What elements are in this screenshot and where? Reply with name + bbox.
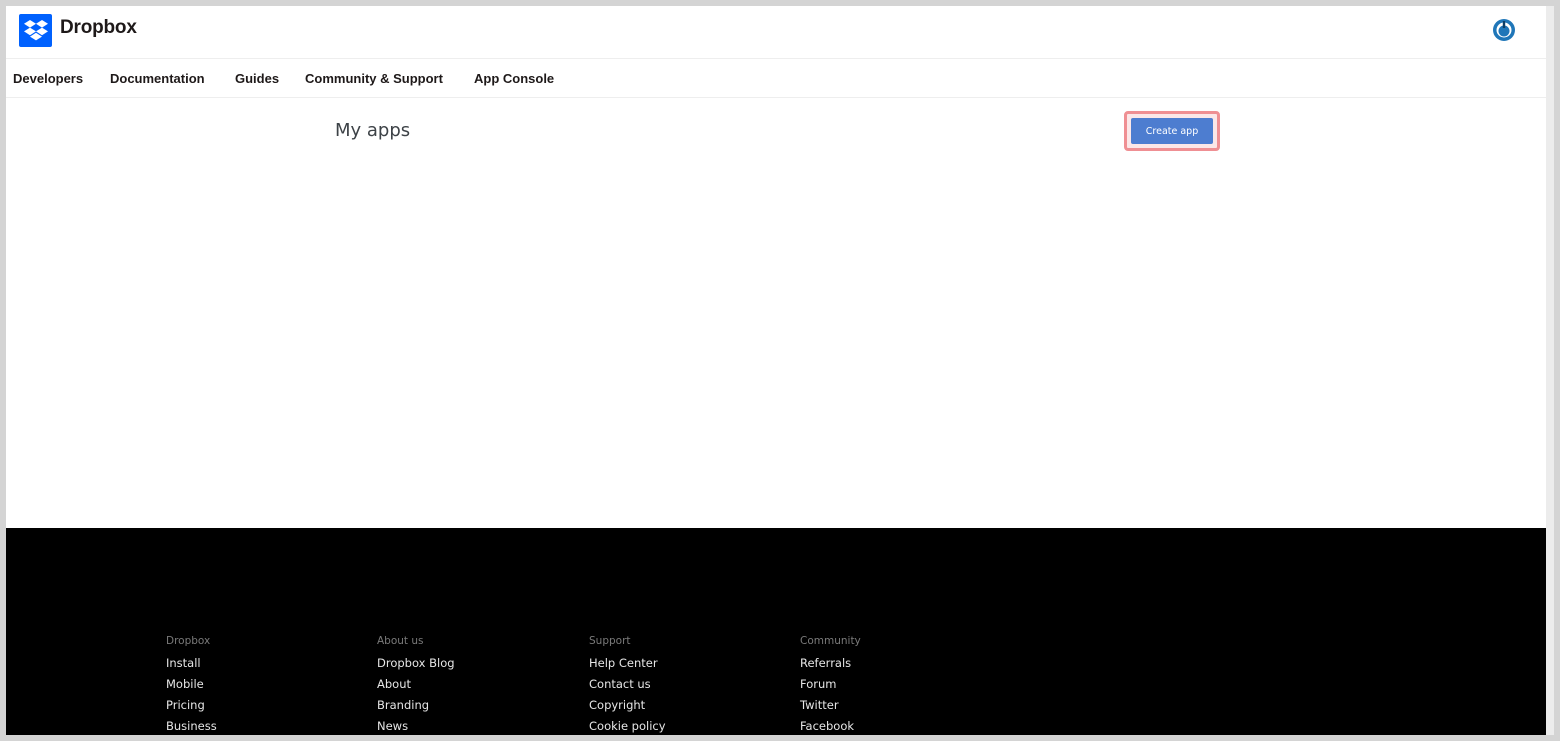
footer-link-twitter[interactable]: Twitter (800, 695, 861, 716)
footer-column-about-us: About us Dropbox Blog About Branding New… (377, 632, 455, 735)
footer-link-branding[interactable]: Branding (377, 695, 455, 716)
footer-link-business[interactable]: Business (166, 716, 217, 735)
footer-link-install[interactable]: Install (166, 653, 217, 674)
footer-link-pricing[interactable]: Pricing (166, 695, 217, 716)
footer-link-mobile[interactable]: Mobile (166, 674, 217, 695)
footer-column-dropbox: Dropbox Install Mobile Pricing Business (166, 632, 217, 735)
footer-link-dropbox-blog[interactable]: Dropbox Blog (377, 653, 455, 674)
site-footer: Dropbox Install Mobile Pricing Business … (6, 528, 1546, 735)
footer-heading: Support (589, 635, 631, 647)
nav-developers[interactable]: Developers (13, 71, 83, 86)
footer-link-news[interactable]: News (377, 716, 455, 735)
footer-link-cookie-policy[interactable]: Cookie policy (589, 716, 666, 735)
footer-link-forum[interactable]: Forum (800, 674, 861, 695)
footer-link-help-center[interactable]: Help Center (589, 653, 666, 674)
nav-community-support[interactable]: Community & Support (305, 71, 443, 86)
footer-heading: Dropbox (166, 635, 211, 647)
footer-link-contact-us[interactable]: Contact us (589, 674, 666, 695)
footer-link-referrals[interactable]: Referrals (800, 653, 861, 674)
footer-column-community: Community Referrals Forum Twitter Facebo… (800, 632, 861, 735)
main-nav: Developers Documentation Guides Communit… (6, 59, 1546, 98)
browser-viewport: Dropbox Developers Documentation Guides … (6, 6, 1546, 735)
dropbox-logo-icon[interactable] (19, 14, 52, 47)
site-header: Dropbox (6, 6, 1546, 59)
brand-name[interactable]: Dropbox (60, 17, 137, 39)
create-app-button[interactable]: Create app (1131, 118, 1213, 144)
page-title: My apps (335, 120, 411, 141)
footer-link-copyright[interactable]: Copyright (589, 695, 666, 716)
nav-app-console[interactable]: App Console (474, 71, 554, 86)
nav-documentation[interactable]: Documentation (110, 71, 205, 86)
footer-link-facebook[interactable]: Facebook (800, 716, 861, 735)
user-account-icon[interactable] (1492, 18, 1516, 42)
vertical-scrollbar[interactable] (1546, 6, 1554, 735)
footer-link-about[interactable]: About (377, 674, 455, 695)
footer-heading: Community (800, 635, 861, 647)
footer-column-support: Support Help Center Contact us Copyright… (589, 632, 666, 735)
create-app-highlight: Create app (1124, 111, 1220, 151)
nav-guides[interactable]: Guides (235, 71, 279, 86)
footer-heading: About us (377, 635, 424, 647)
